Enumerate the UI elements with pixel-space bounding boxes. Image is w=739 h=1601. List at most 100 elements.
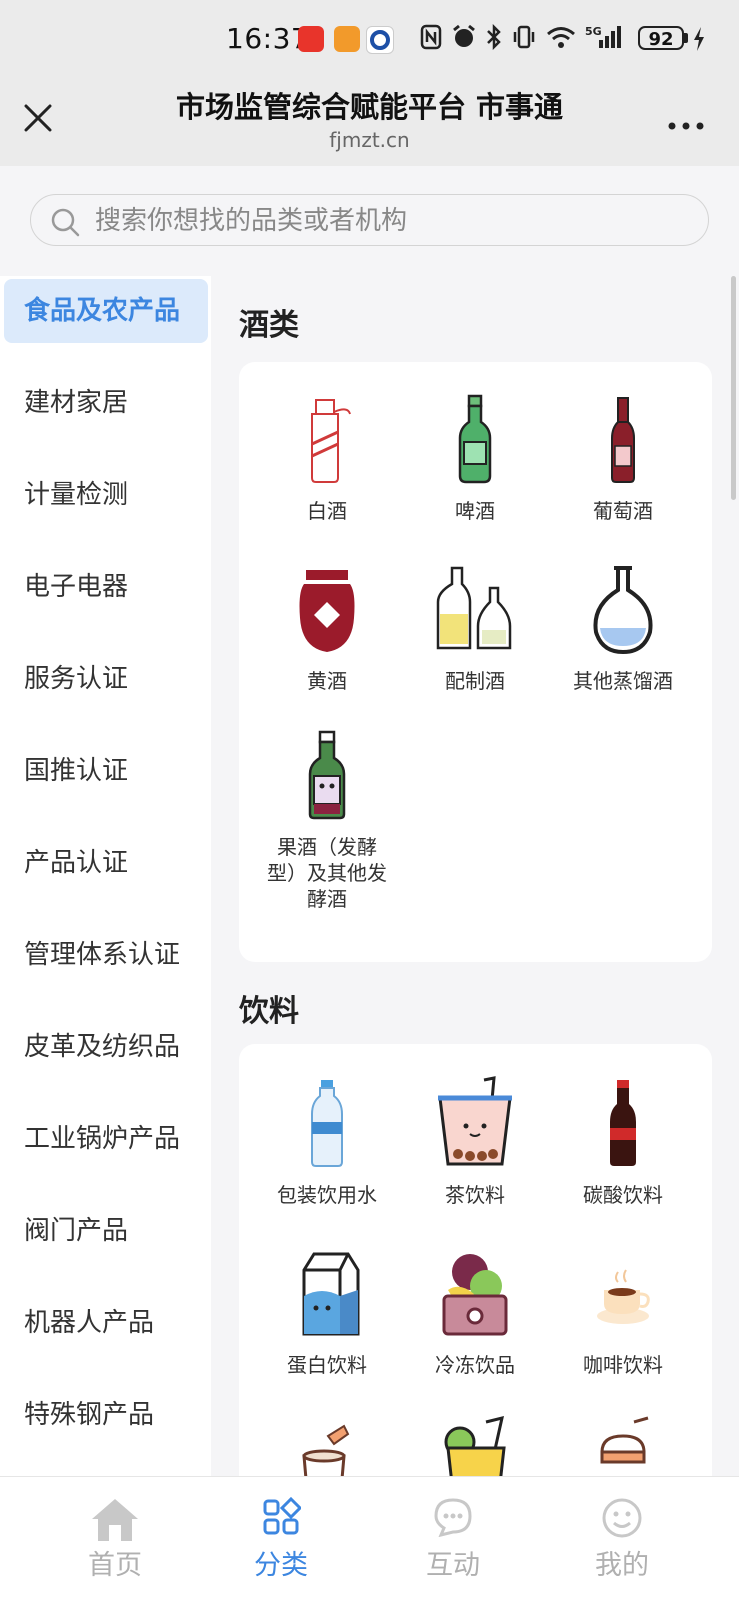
category-label: 黄酒: [307, 669, 347, 693]
category-tile[interactable]: 其他蒸馏酒: [553, 562, 693, 694]
category-tile[interactable]: 白酒: [257, 392, 397, 524]
cola-bottle-icon: [610, 1080, 636, 1166]
category-tile[interactable]: 配制酒: [405, 562, 545, 694]
beer-bottle-icon: [458, 394, 492, 484]
battery-indicator: 92: [638, 26, 684, 50]
sidebar-item-label: 建材家居: [24, 388, 129, 418]
sidebar-item-food[interactable]: 食品及农产品: [0, 276, 211, 343]
sidebar-item-label: 机器人产品: [24, 1308, 155, 1338]
sidebar-item-label: 电子电器: [24, 572, 129, 602]
category-tile[interactable]: 包装饮用水: [257, 1076, 397, 1208]
category-label: 碳酸饮料: [583, 1183, 663, 1207]
category-label: 冷冻饮品: [435, 1353, 515, 1377]
category-label: 白酒: [307, 499, 347, 523]
charging-icon: [694, 27, 704, 51]
bluetooth-icon: [487, 24, 501, 50]
sidebar-item-label: 服务认证: [24, 664, 129, 694]
category-label: 配制酒: [445, 669, 505, 693]
sidebar-item-label: 特殊钢产品: [24, 1400, 155, 1430]
category-tile[interactable]: 果酒（发酵型）及其他发酵酒: [257, 728, 397, 912]
category-label: 茶饮料: [445, 1183, 505, 1207]
search-icon: [51, 208, 80, 237]
page-title: 市场监管综合赋能平台 市事通: [175, 90, 564, 124]
mixed-liquor-bottles-icon: [436, 566, 512, 650]
tab-label: 我的: [595, 1550, 649, 1581]
sidebar-item-label: 产品认证: [24, 848, 129, 878]
sidebar-item-service-cert[interactable]: 服务认证: [0, 644, 211, 708]
distilled-flask-icon: [593, 566, 653, 655]
content-scrollbar[interactable]: [731, 276, 736, 500]
category-tile[interactable]: 咖啡饮料: [553, 1246, 693, 1378]
baijiu-bottle-icon: [311, 399, 351, 483]
sidebar-item-robot[interactable]: 机器人产品: [0, 1288, 211, 1352]
category-tile[interactable]: 葡萄酒: [553, 392, 693, 524]
category-tile[interactable]: 黄酒: [257, 562, 397, 694]
huangjiu-jar-icon: [299, 570, 355, 652]
fruit-wine-bottle-icon: [308, 730, 346, 820]
sidebar-item-valve[interactable]: 阀门产品: [0, 1196, 211, 1260]
sidebar-item-label: 计量检测: [24, 480, 129, 510]
tab-interaction[interactable]: 互动: [378, 1477, 528, 1601]
sidebar-item-boiler[interactable]: 工业锅炉产品: [0, 1104, 211, 1168]
chat-icon: [434, 1498, 472, 1537]
search-input[interactable]: [93, 201, 697, 241]
more-options-icon[interactable]: [666, 116, 706, 136]
water-bottle-icon: [311, 1080, 343, 1167]
milk-carton-icon: [302, 1252, 360, 1336]
sidebar-item-label: 皮革及纺织品: [24, 1032, 181, 1062]
sidebar-item-label: 食品及农产品: [24, 296, 181, 326]
sidebar-item-metrology[interactable]: 计量检测: [0, 460, 211, 524]
liquor-card: 白酒 啤酒 葡萄酒 黄酒 配制酒 其他蒸馏酒 果酒（发酵型）及其他发酵酒: [239, 362, 712, 962]
svg-text:5G: 5G: [585, 25, 602, 38]
status-bar: 16:37 5G 92: [0, 0, 739, 80]
sidebar-item-label: 阀门产品: [24, 1216, 129, 1246]
home-icon: [92, 1499, 138, 1541]
sidebar-item-national-cert[interactable]: 国推认证: [0, 736, 211, 800]
sidebar-item-management-cert[interactable]: 管理体系认证: [0, 920, 211, 984]
category-tile[interactable]: 啤酒: [405, 392, 545, 524]
app-notification-icon: [334, 26, 360, 52]
category-tile[interactable]: 冷冻饮品: [405, 1246, 545, 1378]
category-label: 葡萄酒: [593, 499, 653, 523]
category-label: 咖啡饮料: [583, 1353, 663, 1377]
signal-5g-icon: 5G: [585, 25, 621, 48]
tab-profile[interactable]: 我的: [547, 1477, 697, 1601]
category-label: 其他蒸馏酒: [573, 669, 673, 693]
category-label: 啤酒: [455, 499, 495, 523]
profile-icon: [602, 1498, 642, 1538]
bottom-tab-bar: 首页 分类 互动 我的: [0, 1476, 739, 1601]
sidebar-item-leather-textile[interactable]: 皮革及纺织品: [0, 1012, 211, 1076]
page-header: 市场监管综合赋能平台 市事通 fjmzt.cn: [0, 80, 739, 166]
sidebar-item-label: 管理体系认证: [24, 940, 181, 970]
wine-bottle-icon: [611, 397, 635, 483]
sidebar-item-electronics[interactable]: 电子电器: [0, 552, 211, 616]
taobao-app-icon: [298, 26, 324, 52]
category-label: 包装饮用水: [277, 1183, 377, 1207]
category-label: 果酒（发酵型）及其他发酵酒: [267, 835, 387, 911]
browser-notification-icon: [366, 26, 394, 54]
sidebar-item-label: 工业锅炉产品: [24, 1124, 181, 1154]
tab-label: 首页: [88, 1550, 142, 1581]
section-title-liquor: 酒类: [239, 308, 299, 343]
status-time: 16:37: [226, 22, 310, 55]
category-tile[interactable]: 蛋白饮料: [257, 1246, 397, 1378]
tab-label: 分类: [254, 1550, 308, 1581]
tab-home[interactable]: 首页: [40, 1477, 190, 1601]
category-label: 蛋白饮料: [287, 1353, 367, 1377]
category-sidebar: 食品及农产品 建材家居 计量检测 电子电器 服务认证 国推认证 产品认证 管理体…: [0, 276, 211, 1476]
tab-category[interactable]: 分类: [206, 1477, 356, 1601]
tab-label: 互动: [426, 1550, 480, 1581]
category-tile[interactable]: 茶饮料: [405, 1076, 545, 1208]
battery-tip: [684, 33, 688, 43]
nfc-icon: [420, 24, 442, 50]
category-tile[interactable]: 碳酸饮料: [553, 1076, 693, 1208]
sidebar-item-product-cert[interactable]: 产品认证: [0, 828, 211, 892]
coffee-cup-icon: [597, 1269, 650, 1324]
section-title-beverage: 饮料: [239, 994, 299, 1029]
bubble-tea-icon: [438, 1076, 512, 1166]
search-bar[interactable]: [30, 194, 709, 246]
sidebar-item-building-materials[interactable]: 建材家居: [0, 368, 211, 432]
sidebar-item-special-steel[interactable]: 特殊钢产品: [0, 1380, 211, 1444]
system-indicators: 5G: [420, 24, 621, 50]
category-icon: [263, 1497, 301, 1535]
